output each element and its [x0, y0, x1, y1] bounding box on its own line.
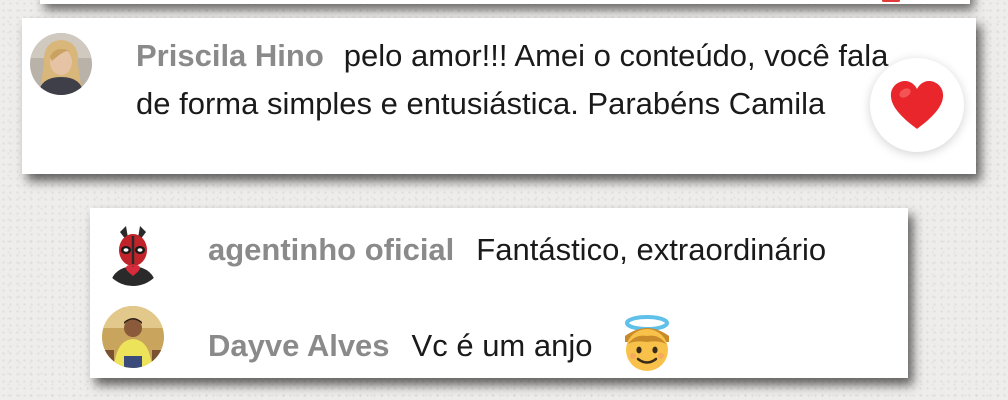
- reply-author[interactable]: agentinho oficial: [208, 232, 454, 267]
- previous-comment-card-edge: [40, 0, 970, 4]
- dayve-avatar[interactable]: [102, 306, 164, 368]
- red-heart-icon: [890, 81, 944, 129]
- main-comment-body: Priscila Hino pelo amor!!! Amei o conteúd…: [136, 32, 896, 128]
- reply-text: Fantástico, extraordinário: [476, 232, 827, 267]
- comment-author[interactable]: Priscila Hino: [136, 38, 324, 73]
- like-button[interactable]: [870, 58, 964, 152]
- reply-item: agentinho oficial Fantástico, extraordiná…: [208, 232, 826, 268]
- profile-photo-woman-icon: [30, 33, 92, 95]
- replies-card: agentinho oficial Fantástico, extraordiná…: [90, 208, 908, 378]
- priscila-avatar[interactable]: [30, 33, 92, 95]
- reply-author[interactable]: Dayve Alves: [208, 328, 390, 363]
- profile-photo-man-icon: [102, 306, 164, 368]
- agentinho-avatar[interactable]: [102, 224, 164, 286]
- reply-item: Dayve Alves Vc é um anjo: [208, 314, 675, 382]
- deadpool-avatar-icon: [102, 224, 164, 286]
- main-comment-card: Priscila Hino pelo amor!!! Amei o conteúd…: [22, 18, 976, 174]
- reaction-mark: [882, 0, 900, 2]
- reply-text: Vc é um anjo: [411, 328, 593, 364]
- angel-face-emoji: [619, 314, 675, 382]
